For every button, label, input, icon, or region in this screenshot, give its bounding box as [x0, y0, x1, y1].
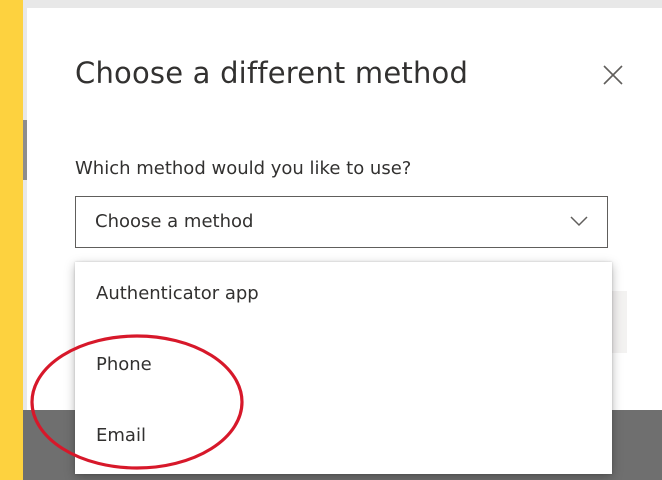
option-label: Email: [96, 425, 146, 446]
option-authenticator-app[interactable]: Authenticator app: [75, 262, 612, 332]
option-label: Phone: [96, 354, 152, 375]
method-select[interactable]: Choose a method: [75, 196, 608, 248]
chevron-down-icon: [570, 216, 588, 227]
close-icon: [603, 65, 623, 85]
option-email[interactable]: Email: [75, 404, 612, 474]
close-button[interactable]: [600, 62, 626, 88]
option-phone[interactable]: Phone: [75, 333, 612, 403]
option-label: Authenticator app: [96, 283, 259, 304]
method-field-label: Which method would you like to use?: [75, 158, 412, 179]
method-dropdown-list: Authenticator app Phone Email: [75, 262, 612, 474]
method-select-value: Choose a method: [95, 211, 254, 232]
dialog-title: Choose a different method: [75, 56, 469, 90]
